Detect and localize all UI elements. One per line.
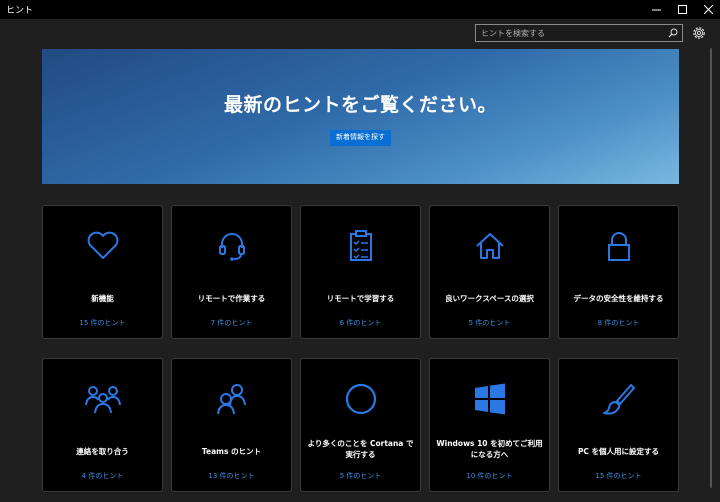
tip-card-workspace[interactable]: 良いワークスペースの選択 5 件のヒント	[429, 205, 550, 339]
search-box[interactable]: ヒントを検索する	[475, 24, 683, 42]
tip-card-remote-learning[interactable]: リモートで学習する 6 件のヒント	[300, 205, 421, 339]
brush-icon	[602, 384, 635, 415]
title-bar: ヒント	[0, 0, 720, 19]
heart-icon	[87, 231, 118, 259]
settings-gear-icon[interactable]	[691, 25, 707, 41]
card-count: 15 件のヒント	[79, 319, 126, 327]
card-count: 13 件のヒント	[208, 472, 255, 480]
two-people-icon	[216, 384, 246, 415]
tip-card-personalize[interactable]: PC を個人用に設定する 15 件のヒント	[558, 358, 679, 492]
headset-icon	[218, 233, 245, 261]
explore-whats-new-button[interactable]: 新着情報を探す	[330, 130, 391, 146]
card-title: 新機能	[91, 294, 114, 303]
card-count: 8 件のヒント	[597, 319, 640, 327]
clipboard-checklist-icon	[349, 230, 372, 261]
cortana-circle-icon	[345, 383, 376, 415]
close-button[interactable]	[692, 0, 720, 19]
windows-logo-icon	[474, 383, 505, 415]
card-title: リモートで学習する	[326, 294, 395, 303]
tip-card-data-security[interactable]: データの安全性を維持する 8 件のヒント	[558, 205, 679, 339]
card-title: 連絡を取り合う	[76, 447, 129, 456]
card-title: Teams のヒント	[201, 447, 262, 456]
tip-card-new-features[interactable]: 新機能 15 件のヒント	[42, 205, 163, 339]
card-count: 10 件のヒント	[466, 472, 513, 480]
hero-banner: 最新のヒントをご覧ください。 新着情報を探す	[42, 49, 679, 184]
home-icon	[475, 233, 504, 259]
card-title: Windows 10 を初めてご利用になる方へ	[436, 439, 543, 459]
card-title: 良いワークスペースの選択	[445, 294, 534, 303]
search-icon[interactable]	[668, 28, 678, 38]
window-title: ヒント	[6, 6, 34, 16]
card-title: PC を個人用に設定する	[577, 447, 660, 456]
people-group-icon	[84, 386, 121, 414]
card-count: 4 件のヒント	[81, 472, 124, 480]
card-title: データの安全性を維持する	[573, 294, 664, 303]
tip-card-cortana[interactable]: より多くのことを Cortana で実行する 5 件のヒント	[300, 358, 421, 492]
card-title: リモートで作業する	[197, 294, 266, 303]
scrollbar-thumb[interactable]	[710, 48, 712, 488]
card-count: 6 件のヒント	[339, 319, 382, 327]
maximize-icon	[677, 5, 687, 14]
minimize-icon	[651, 9, 661, 11]
tip-card-teams[interactable]: Teams のヒント 13 件のヒント	[171, 358, 292, 492]
scrollbar[interactable]	[710, 48, 714, 488]
card-title: より多くのことを Cortana で実行する	[307, 439, 414, 459]
card-count: 7 件のヒント	[210, 319, 253, 327]
close-icon	[703, 5, 713, 14]
tip-card-stay-connected[interactable]: 連絡を取り合う 4 件のヒント	[42, 358, 163, 492]
tip-card-remote-work[interactable]: リモートで作業する 7 件のヒント	[171, 205, 292, 339]
card-count: 5 件のヒント	[468, 319, 511, 327]
card-count: 15 件のヒント	[595, 472, 642, 480]
search-placeholder: ヒントを検索する	[481, 29, 545, 38]
tip-card-windows-new[interactable]: Windows 10 を初めてご利用になる方へ 10 件のヒント	[429, 358, 550, 492]
hero-headline: 最新のヒントをご覧ください。	[223, 94, 497, 116]
lock-icon	[607, 232, 630, 261]
card-count: 5 件のヒント	[339, 472, 382, 480]
